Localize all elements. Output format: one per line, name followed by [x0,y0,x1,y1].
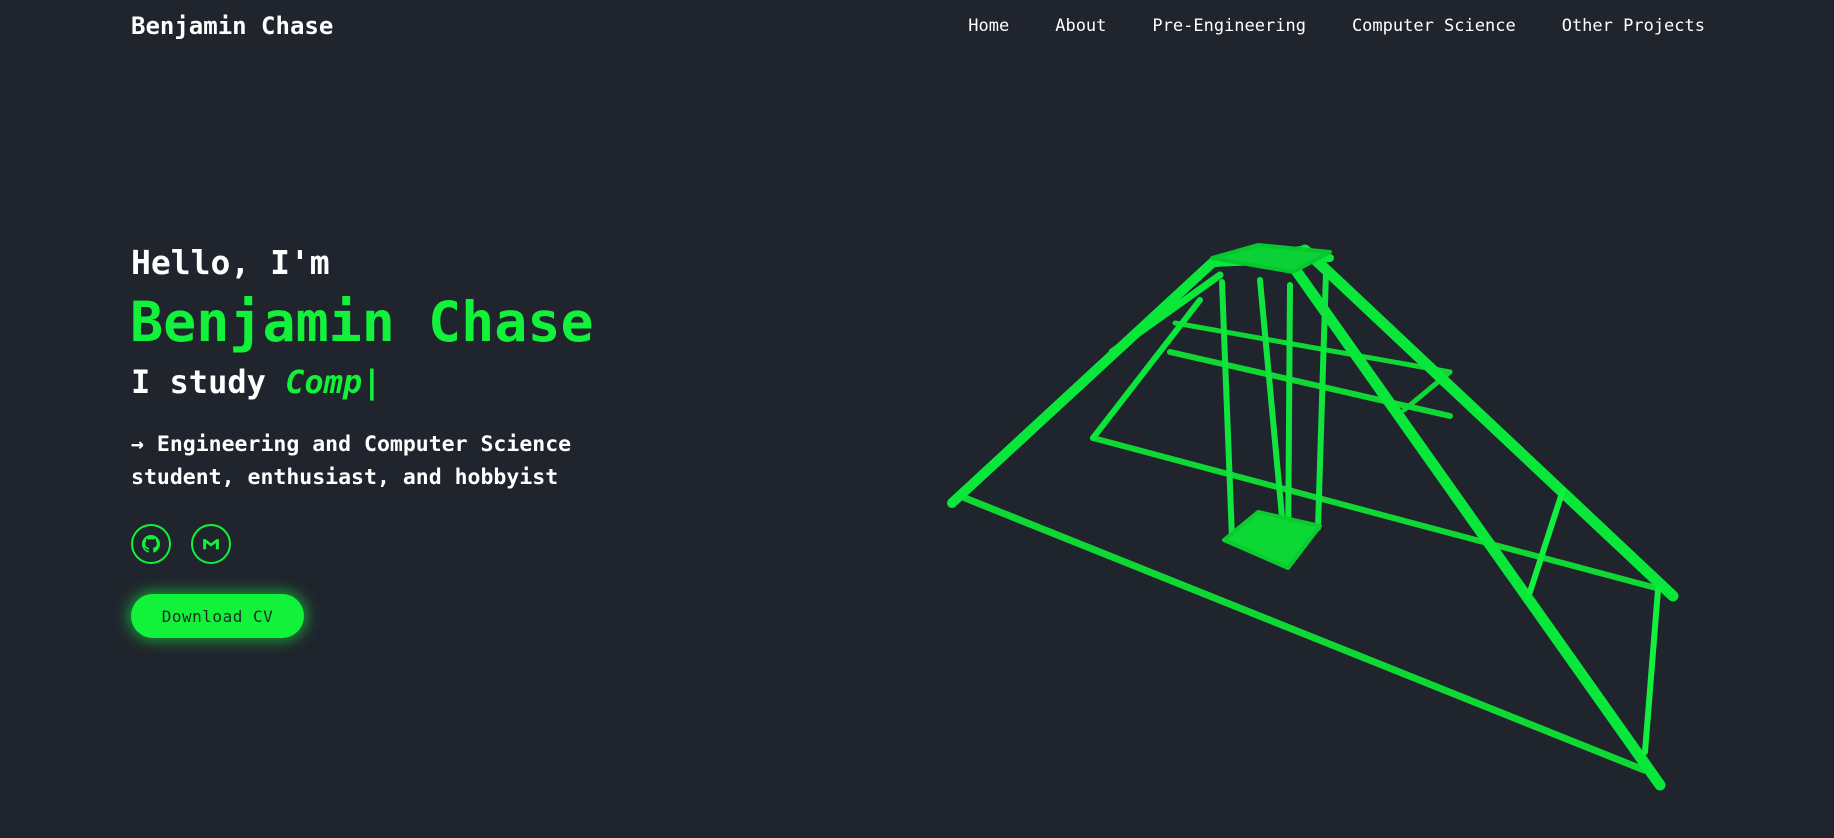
description-line-2: student, enthusiast, and hobbyist [131,465,559,490]
nav-computer-science[interactable]: Computer Science [1352,16,1516,36]
github-icon [142,535,160,553]
study-typed-text: Comp [285,363,363,401]
top-cap [1210,243,1332,274]
hero-greeting: Hello, I'm [131,243,330,282]
nav-home[interactable]: Home [968,16,1009,36]
page: Benjamin Chase Home About Pre-Engineerin… [0,0,1834,838]
typing-caret: | [362,363,382,401]
wireframe-pyramid-model[interactable] [930,225,1690,795]
site-brand[interactable]: Benjamin Chase [131,12,333,40]
hero-study-line: I study Comp| [131,363,381,401]
nav-about[interactable]: About [1055,16,1106,36]
ridge-beams [947,244,1679,791]
main-nav: Home About Pre-Engineering Computer Scie… [968,16,1705,36]
post-base [1222,510,1322,570]
hero-description: → Engineering and Computer Science stude… [131,428,651,494]
download-cv-button[interactable]: Download CV [131,594,304,638]
gmail-icon [203,539,219,550]
description-line-1: → Engineering and Computer Science [131,432,572,457]
gmail-link[interactable] [191,524,231,564]
study-prefix: I study [131,363,286,401]
nav-pre-engineering[interactable]: Pre-Engineering [1152,16,1306,36]
social-links [131,524,231,564]
hero-name: Benjamin Chase [130,290,594,354]
github-link[interactable] [131,524,171,564]
nav-other-projects[interactable]: Other Projects [1562,16,1705,36]
